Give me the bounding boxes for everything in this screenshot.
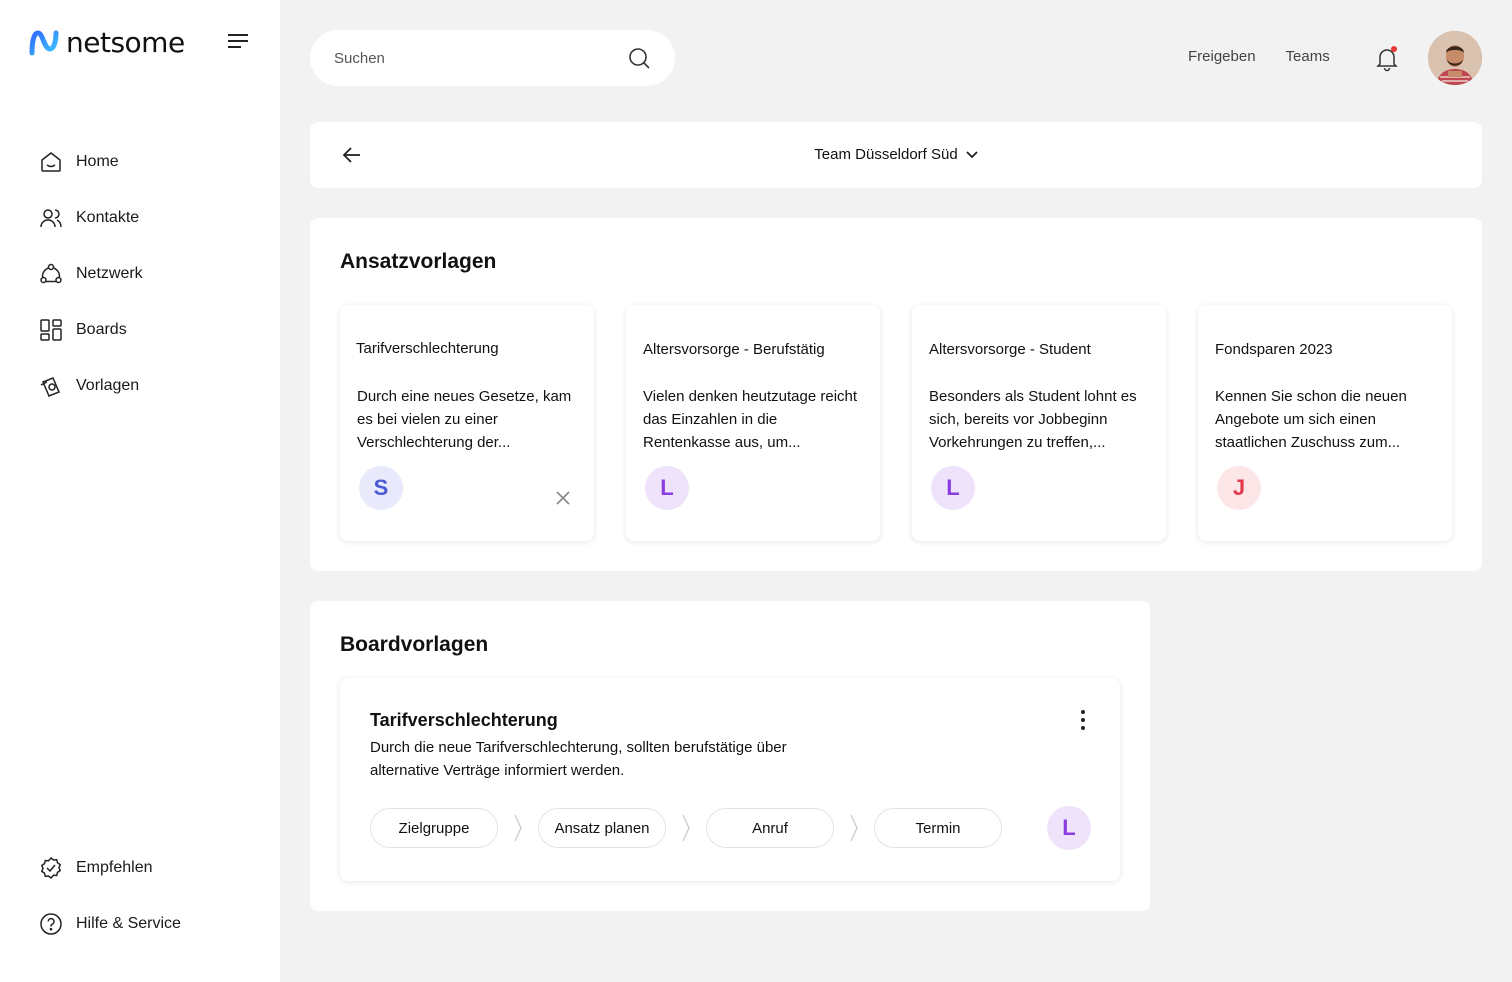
- user-avatar[interactable]: [1428, 31, 1482, 85]
- owner-avatar: L: [645, 466, 689, 510]
- step-pill[interactable]: Anruf: [706, 808, 834, 848]
- approach-templates-section: Ansatzvorlagen Tarifverschlechterung Dur…: [310, 218, 1482, 571]
- chevron-right-icon: [498, 808, 538, 848]
- notification-bell-icon[interactable]: [1374, 44, 1400, 72]
- sidebar-item-label: Hilfe & Service: [76, 915, 181, 932]
- network-icon: [38, 261, 64, 287]
- boards-icon: [38, 317, 64, 343]
- owner-avatar: L: [931, 466, 975, 510]
- sidebar-nav: Home Kontakte Netzwerk Boards Vorlagen: [38, 134, 143, 414]
- netsome-logo-icon: [29, 29, 59, 55]
- chevron-right-icon: [834, 808, 874, 848]
- approach-template-card[interactable]: Altersvorsorge - Berufstätig Vielen denk…: [626, 305, 880, 541]
- search-icon[interactable]: [627, 46, 651, 70]
- more-options-icon[interactable]: [1078, 708, 1088, 732]
- board-templates-section: Boardvorlagen Tarifverschlechterung Durc…: [310, 601, 1150, 911]
- sidebar-item-home[interactable]: Home: [38, 134, 143, 190]
- sidebar-item-boards[interactable]: Boards: [38, 302, 143, 358]
- menu-icon[interactable]: [226, 32, 250, 52]
- owner-avatar: S: [359, 466, 403, 510]
- card-text: Durch eine neues Gesetze, kam es bei vie…: [357, 388, 572, 451]
- sidebar-item-hilfe[interactable]: Hilfe & Service: [38, 896, 181, 952]
- sidebar-item-label: Netzwerk: [76, 265, 143, 282]
- close-icon[interactable]: [554, 489, 572, 507]
- team-header: Team Düsseldorf Süd: [310, 122, 1482, 188]
- top-nav: Freigeben Teams: [1188, 48, 1330, 65]
- chevron-down-icon: [966, 150, 978, 158]
- step-pill[interactable]: Ansatz planen: [538, 808, 666, 848]
- sidebar-item-label: Vorlagen: [76, 377, 140, 394]
- sidebar-item-netzwerk[interactable]: Netzwerk: [38, 246, 143, 302]
- share-link[interactable]: Freigeben: [1188, 48, 1256, 65]
- step-pill[interactable]: Termin: [874, 808, 1002, 848]
- chevron-right-icon: [666, 808, 706, 848]
- owner-avatar: J: [1217, 466, 1261, 510]
- card-text: Kennen Sie schon die neuen Angebote um s…: [1215, 388, 1407, 451]
- board-template-card[interactable]: Tarifverschlechterung Durch die neue Tar…: [340, 678, 1120, 881]
- board-steps: Zielgruppe Ansatz planen Anruf Termin: [370, 808, 1002, 848]
- card-text: Besonders als Student lohnt es sich, ber…: [929, 388, 1137, 451]
- approach-template-card[interactable]: Tarifverschlechterung Durch eine neues G…: [340, 305, 594, 541]
- sidebar-item-label: Boards: [76, 321, 127, 338]
- notification-dot: [1391, 46, 1397, 52]
- sidebar-item-label: Home: [76, 153, 119, 170]
- card-title: Altersvorsorge - Berufstätig: [643, 341, 825, 358]
- search-input[interactable]: [334, 49, 627, 67]
- approach-template-cards: Tarifverschlechterung Durch eine neues G…: [340, 305, 1452, 541]
- section-title: Boardvorlagen: [340, 633, 489, 656]
- board-title: Tarifverschlechterung: [370, 710, 558, 730]
- recommend-icon: [38, 855, 64, 881]
- board-description: Durch die neue Tarifverschlechterung, so…: [370, 739, 787, 779]
- card-title: Tarifverschlechterung: [356, 340, 499, 357]
- sidebar-bottom-nav: Empfehlen Hilfe & Service: [38, 840, 181, 952]
- sidebar-item-label: Kontakte: [76, 209, 140, 226]
- help-icon: [38, 911, 64, 937]
- team-selector[interactable]: Team Düsseldorf Süd: [310, 146, 1482, 163]
- team-name: Team Düsseldorf Süd: [814, 146, 958, 163]
- brand-name: netsome: [66, 26, 185, 59]
- sidebar-item-empfehlen[interactable]: Empfehlen: [38, 840, 181, 896]
- approach-template-card[interactable]: Altersvorsorge - Student Besonders als S…: [912, 305, 1166, 541]
- sidebar-item-label: Empfehlen: [76, 859, 153, 876]
- card-title: Altersvorsorge - Student: [929, 341, 1091, 358]
- sidebar: netsome Home Kontakte Netzwerk Boards Vo…: [0, 0, 280, 982]
- netsome-logo[interactable]: netsome: [28, 26, 185, 59]
- teams-link[interactable]: Teams: [1286, 48, 1330, 65]
- sidebar-item-kontakte[interactable]: Kontakte: [38, 190, 143, 246]
- approach-template-card[interactable]: Fondsparen 2023 Kennen Sie schon die neu…: [1198, 305, 1452, 541]
- section-title: Ansatzvorlagen: [340, 250, 497, 273]
- search-bar: [310, 30, 675, 86]
- card-title: Fondsparen 2023: [1215, 341, 1333, 358]
- owner-avatar: L: [1047, 806, 1091, 850]
- templates-icon: [38, 373, 64, 399]
- step-pill[interactable]: Zielgruppe: [370, 808, 498, 848]
- sidebar-item-vorlagen[interactable]: Vorlagen: [38, 358, 143, 414]
- card-text: Vielen denken heutzutage reicht das Einz…: [643, 388, 858, 451]
- home-icon: [38, 149, 64, 175]
- contacts-icon: [38, 205, 64, 231]
